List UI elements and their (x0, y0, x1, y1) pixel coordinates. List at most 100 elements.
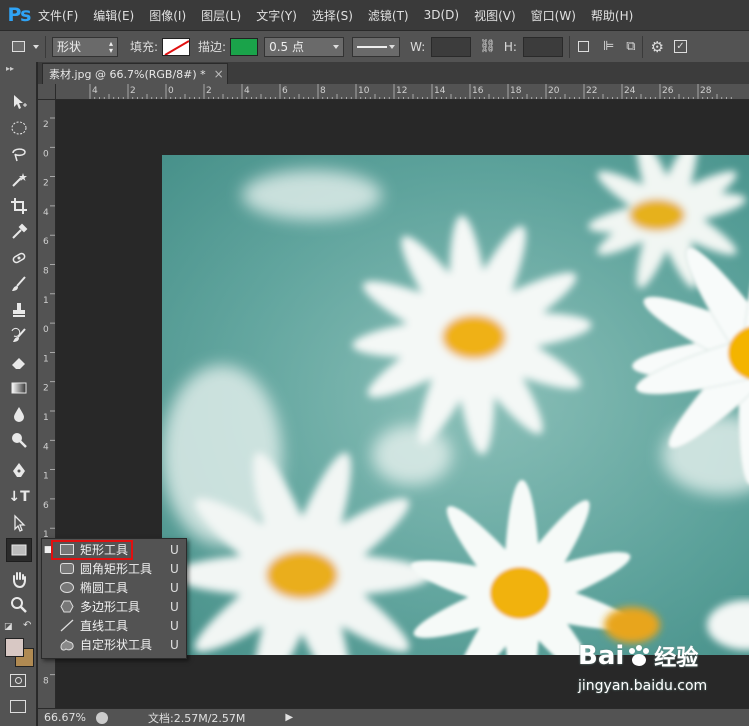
polygon-icon (54, 600, 80, 613)
menu-edit[interactable]: 编辑(E) (93, 7, 134, 24)
stroke-type-select[interactable] (352, 36, 401, 57)
document-size: 文档:2.57M/2.57M (148, 711, 246, 725)
width-label: W: (410, 39, 426, 54)
width-input[interactable] (431, 36, 472, 57)
eraser-tool-icon[interactable] (6, 350, 32, 374)
rounded-rect-icon (54, 563, 80, 574)
flyout-line-tool[interactable]: 直线工具 U (42, 616, 186, 635)
healing-brush-tool-icon[interactable] (6, 246, 32, 270)
lasso-tool-icon[interactable] (6, 142, 32, 166)
fill-swatch[interactable] (162, 37, 191, 56)
magic-wand-tool-icon[interactable] (6, 168, 32, 192)
gear-icon[interactable]: ⚙ (651, 38, 664, 56)
stroke-swatch[interactable] (230, 37, 259, 56)
rectangle-tool-icon[interactable] (6, 538, 32, 562)
shortcut-key: U (170, 599, 179, 614)
document-tab[interactable]: 素材.jpg @ 66.7%(RGB/8#) * × (42, 63, 228, 84)
ruler-label: 2 (43, 384, 49, 394)
panel-collapse-icon[interactable]: ▸▸ (6, 64, 14, 73)
ruler-label: 8 (320, 86, 326, 96)
quick-mask-icon[interactable] (10, 674, 26, 687)
menu-image[interactable]: 图像(I) (149, 7, 186, 24)
path-arrange-icon[interactable]: ⧉ (626, 39, 635, 54)
history-brush-tool-icon[interactable] (6, 324, 32, 348)
zoom-level[interactable]: 66.67% (44, 711, 92, 724)
ruler-label: 0 (168, 86, 174, 96)
ruler-label: 4 (92, 86, 98, 96)
stroke-width-field[interactable]: 0.5 点 (264, 36, 345, 57)
annotation-highlight-box (51, 540, 133, 560)
chevron-down-icon (389, 44, 396, 49)
baidu-jingyan-watermark: Bai 经验 jingyan.baidu.com (578, 640, 738, 720)
ruler-label: 28 (700, 86, 712, 96)
crop-tool-icon[interactable] (6, 194, 32, 218)
flyout-ellipse-tool[interactable]: 椭圆工具 U (42, 578, 186, 597)
brush-tool-icon[interactable] (6, 272, 32, 296)
menu-type[interactable]: 文字(Y) (256, 7, 297, 24)
stroke-width-value: 0.5 点 (269, 40, 304, 54)
ruler-label: 20 (548, 86, 560, 96)
chevron-down-icon (33, 44, 39, 49)
flyout-item-label: 椭圆工具 (80, 581, 129, 595)
flyout-custom-shape-tool[interactable]: 自定形状工具 U (42, 635, 186, 654)
screen-mode-icon[interactable] (10, 700, 26, 713)
ruler-label: 4 (43, 208, 49, 218)
tools-panel: ▸▸ ↓T ◪ ↶ (0, 62, 37, 726)
mode-select[interactable]: 形状 ▴ ▾ (52, 36, 118, 57)
blur-tool-icon[interactable] (6, 402, 32, 426)
menu-file[interactable]: 文件(F) (38, 7, 78, 24)
link-icon[interactable]: ⛓ (479, 39, 496, 54)
daisy-photo[interactable] (162, 155, 749, 655)
clone-stamp-tool-icon[interactable] (6, 298, 32, 322)
height-input[interactable] (522, 36, 563, 57)
ruler-label: 1 (43, 296, 49, 306)
menu-3d[interactable]: 3D(D) (424, 8, 459, 22)
tool-preset-picker[interactable] (12, 41, 39, 52)
gradient-tool-icon[interactable] (6, 376, 32, 400)
move-tool-icon[interactable] (6, 90, 32, 114)
line-icon (54, 619, 80, 632)
menu-help[interactable]: 帮助(H) (591, 7, 633, 24)
shortcut-key: U (170, 637, 179, 652)
options-bar: 形状 ▴ ▾ 填充: 描边: 0.5 点 W: ⛓ H: ⊫ ⧉ ⚙ ✓ (0, 30, 749, 62)
pen-tool-icon[interactable] (6, 459, 32, 483)
hand-tool-icon[interactable] (6, 567, 32, 591)
flyout-item-label: 自定形状工具 (80, 638, 153, 652)
status-info-icon[interactable] (96, 711, 108, 724)
menu-view[interactable]: 视图(V) (474, 7, 516, 24)
menu-window[interactable]: 窗口(W) (531, 7, 576, 24)
path-alignment-icon[interactable]: ⊫ (603, 39, 614, 54)
shape-tools-flyout: ■ 矩形工具 U 圆角矩形工具 U 椭圆工具 U 多边形工具 U 直线工具 U … (41, 538, 187, 659)
menu-filter[interactable]: 滤镜(T) (368, 7, 409, 24)
menu-select[interactable]: 选择(S) (312, 7, 353, 24)
align-edges-checkbox[interactable]: ✓ (673, 40, 687, 53)
rect-icon (12, 41, 25, 52)
ruler-label: 1 (43, 472, 49, 482)
ruler-label: 16 (472, 86, 484, 96)
default-colors-icon[interactable]: ◪ (4, 622, 13, 632)
ruler-label: 2 (206, 86, 212, 96)
marquee-tool-icon[interactable] (6, 116, 32, 140)
zoom-tool-icon[interactable] (6, 593, 32, 617)
status-menu-arrow-icon[interactable]: ▶ (285, 712, 293, 723)
stroke-line-icon (357, 45, 388, 48)
dodge-tool-icon[interactable] (6, 428, 32, 452)
swap-colors-icon[interactable]: ↶ (23, 620, 31, 631)
menu-bar: Ps 文件(F) 编辑(E) 图像(I) 图层(L) 文字(Y) 选择(S) 滤… (0, 0, 749, 30)
path-selection-tool-icon[interactable] (6, 511, 32, 535)
watermark-brand: Bai (578, 641, 625, 671)
eyedropper-tool-icon[interactable] (6, 220, 32, 244)
document-tab-title: 素材.jpg @ 66.7%(RGB/8#) * (49, 68, 206, 81)
stroke-label: 描边: (198, 40, 227, 54)
updown-icon: ▴ ▾ (108, 38, 113, 55)
menu-layer[interactable]: 图层(L) (201, 7, 241, 24)
type-tool-icon[interactable]: ↓T (6, 485, 32, 509)
foreground-color-swatch[interactable] (5, 638, 24, 657)
path-operations-icon[interactable] (577, 41, 589, 52)
flyout-rounded-rectangle-tool[interactable]: 圆角矩形工具 U (42, 559, 186, 578)
watermark-suffix: 经验 (654, 646, 699, 671)
horizontal-ruler: 4 2 0 2 4 6 8 10 12 14 16 18 20 22 24 26 28 (38, 84, 749, 100)
shortcut-key: U (170, 618, 179, 633)
flyout-polygon-tool[interactable]: 多边形工具 U (42, 597, 186, 616)
close-icon[interactable]: × (214, 67, 224, 81)
